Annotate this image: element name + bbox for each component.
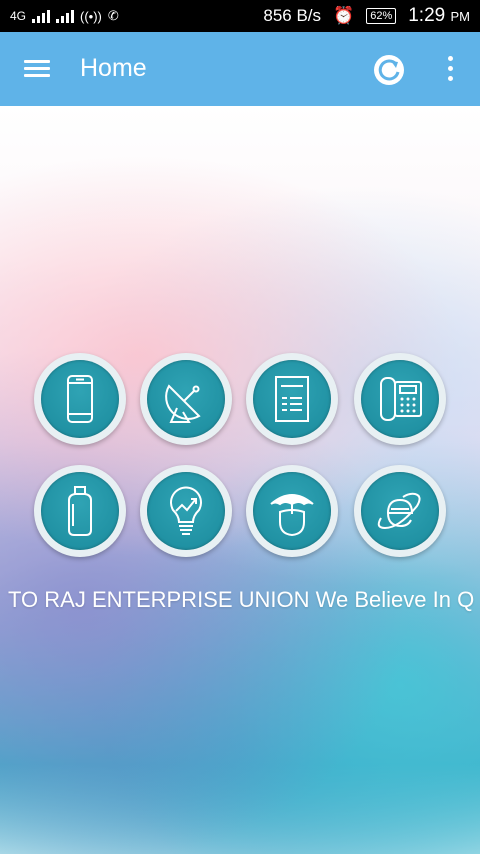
gas-cylinder-icon — [68, 486, 92, 536]
mobile-button[interactable] — [34, 353, 126, 445]
network-speed: 856 B/s — [263, 6, 322, 25]
document-icon — [275, 376, 309, 422]
status-bar: 4G ((•)) ✆ 856 B/s ⏰ 62% 1:29 PM — [0, 0, 480, 32]
marquee-text: TO RAJ ENTERPRISE UNION We Believe In Q — [8, 587, 475, 612]
landline-button[interactable] — [354, 353, 446, 445]
insurance-button[interactable] — [246, 465, 338, 557]
menu-icon[interactable] — [24, 58, 50, 80]
telephone-icon — [380, 377, 422, 421]
signal-sim1-icon — [32, 9, 51, 23]
bill-button[interactable] — [246, 353, 338, 445]
clock-time: 1:29 — [408, 5, 446, 26]
electricity-button[interactable] — [140, 465, 232, 557]
dth-button[interactable] — [140, 353, 232, 445]
clock-ampm: PM — [450, 9, 471, 24]
network-type-label: 4G — [10, 9, 27, 23]
page-title: Home — [80, 54, 147, 82]
satellite-dish-icon — [165, 384, 201, 423]
mobile-icon — [67, 375, 93, 423]
call-icon: ✆ — [107, 8, 119, 23]
gas-button[interactable] — [34, 465, 126, 557]
battery-indicator: 62% — [366, 8, 397, 24]
umbrella-icon — [270, 494, 314, 537]
signal-sim2-icon — [56, 9, 75, 23]
marquee-ticker: TO RAJ ENTERPRISE UNION We Believe In Q — [0, 584, 480, 616]
lightbulb-icon — [170, 486, 202, 535]
internet-explorer-icon — [377, 492, 421, 530]
app-bar: Home — [0, 32, 480, 106]
internet-button[interactable] — [354, 465, 446, 557]
overflow-menu-icon[interactable] — [442, 56, 458, 84]
alarm-icon: ⏰ — [333, 6, 355, 25]
refresh-icon[interactable] — [372, 53, 406, 87]
clock: 1:29 PM — [408, 5, 470, 27]
hotspot-icon: ((•)) — [80, 8, 102, 24]
